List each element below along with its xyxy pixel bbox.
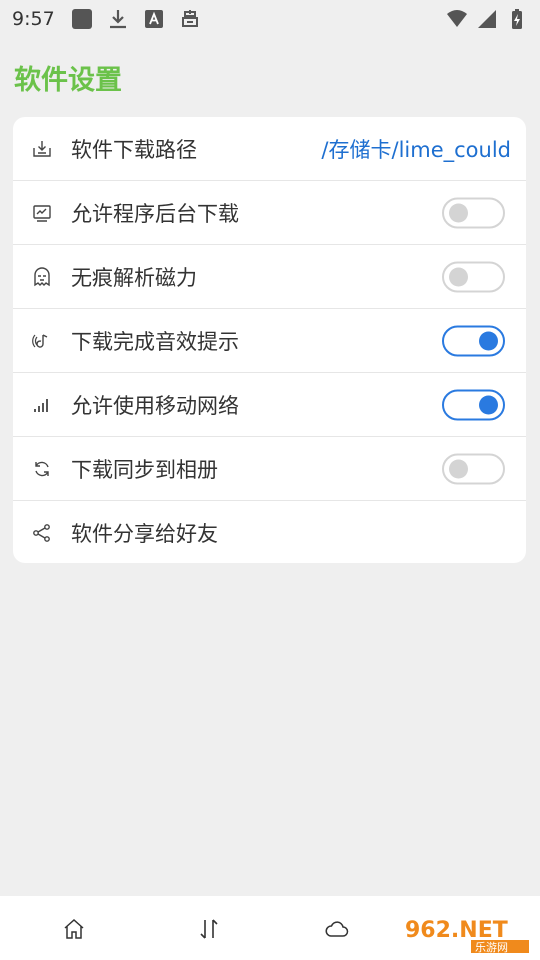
- setting-label: 允许使用移动网络: [71, 393, 239, 418]
- setting-label: 无痕解析磁力: [71, 265, 197, 290]
- setting-label: 下载同步到相册: [71, 457, 218, 482]
- status-system: [446, 8, 528, 30]
- home-icon[interactable]: [61, 916, 87, 942]
- setting-label: 下载完成音效提示: [71, 329, 239, 354]
- toggle-knob: [479, 395, 498, 414]
- settings-card: 软件下载路径 /存储卡/lime_could 允许程序后台下载 无痕解析磁力 下…: [13, 117, 526, 563]
- download-icon: [109, 10, 126, 29]
- setting-row-download-path[interactable]: 软件下载路径 /存储卡/lime_could: [13, 117, 526, 181]
- setting-label: 允许程序后台下载: [71, 201, 239, 226]
- sync-icon: [31, 458, 53, 480]
- mobile-network-toggle[interactable]: [442, 389, 505, 420]
- setting-label: 软件分享给好友: [71, 522, 218, 546]
- monitor-chart-icon: [31, 202, 53, 224]
- toggle-knob: [449, 203, 468, 222]
- ghost-mask-icon: [31, 266, 53, 288]
- status-notifications: [71, 8, 201, 30]
- bug-icon: [181, 10, 198, 27]
- status-bar: 9:57: [0, 0, 540, 38]
- app-square-icon: [71, 9, 92, 29]
- watermark-logo: 962.NET 乐游网: [399, 915, 534, 954]
- cloud-icon[interactable]: [324, 916, 350, 942]
- setting-row-sound-alert: 下载完成音效提示: [13, 309, 526, 373]
- traceless-magnet-toggle[interactable]: [442, 261, 505, 292]
- setting-row-background-download: 允许程序后台下载: [13, 181, 526, 245]
- sound-wave-icon: [31, 330, 53, 352]
- toggle-knob: [449, 267, 468, 286]
- signal-bars-icon: [31, 394, 53, 416]
- setting-row-traceless-magnet: 无痕解析磁力: [13, 245, 526, 309]
- background-download-toggle[interactable]: [442, 197, 505, 228]
- setting-row-mobile-network: 允许使用移动网络: [13, 373, 526, 437]
- sound-alert-toggle[interactable]: [442, 325, 505, 356]
- setting-row-sync-album: 下载同步到相册: [13, 437, 526, 501]
- status-time: 9:57: [12, 8, 55, 30]
- page-title: 软件设置: [14, 65, 122, 96]
- toggle-knob: [479, 331, 498, 350]
- battery-charging-icon: [512, 9, 522, 29]
- download-tray-icon: [31, 138, 53, 160]
- sync-album-toggle[interactable]: [442, 453, 505, 484]
- transfer-arrows-icon[interactable]: [196, 916, 222, 942]
- font-a-icon: [144, 10, 163, 28]
- watermark-text-bottom: 乐游网: [475, 941, 508, 954]
- download-path-value[interactable]: /存储卡/lime_could: [321, 134, 511, 164]
- watermark-text-top: 962.NET: [405, 918, 508, 943]
- cell-signal-icon: [478, 10, 496, 28]
- wifi-icon: [447, 10, 467, 27]
- setting-row-share-app[interactable]: 软件分享给好友: [13, 501, 526, 563]
- setting-label: 软件下载路径: [71, 137, 197, 162]
- share-icon: [31, 522, 53, 544]
- toggle-knob: [449, 459, 468, 478]
